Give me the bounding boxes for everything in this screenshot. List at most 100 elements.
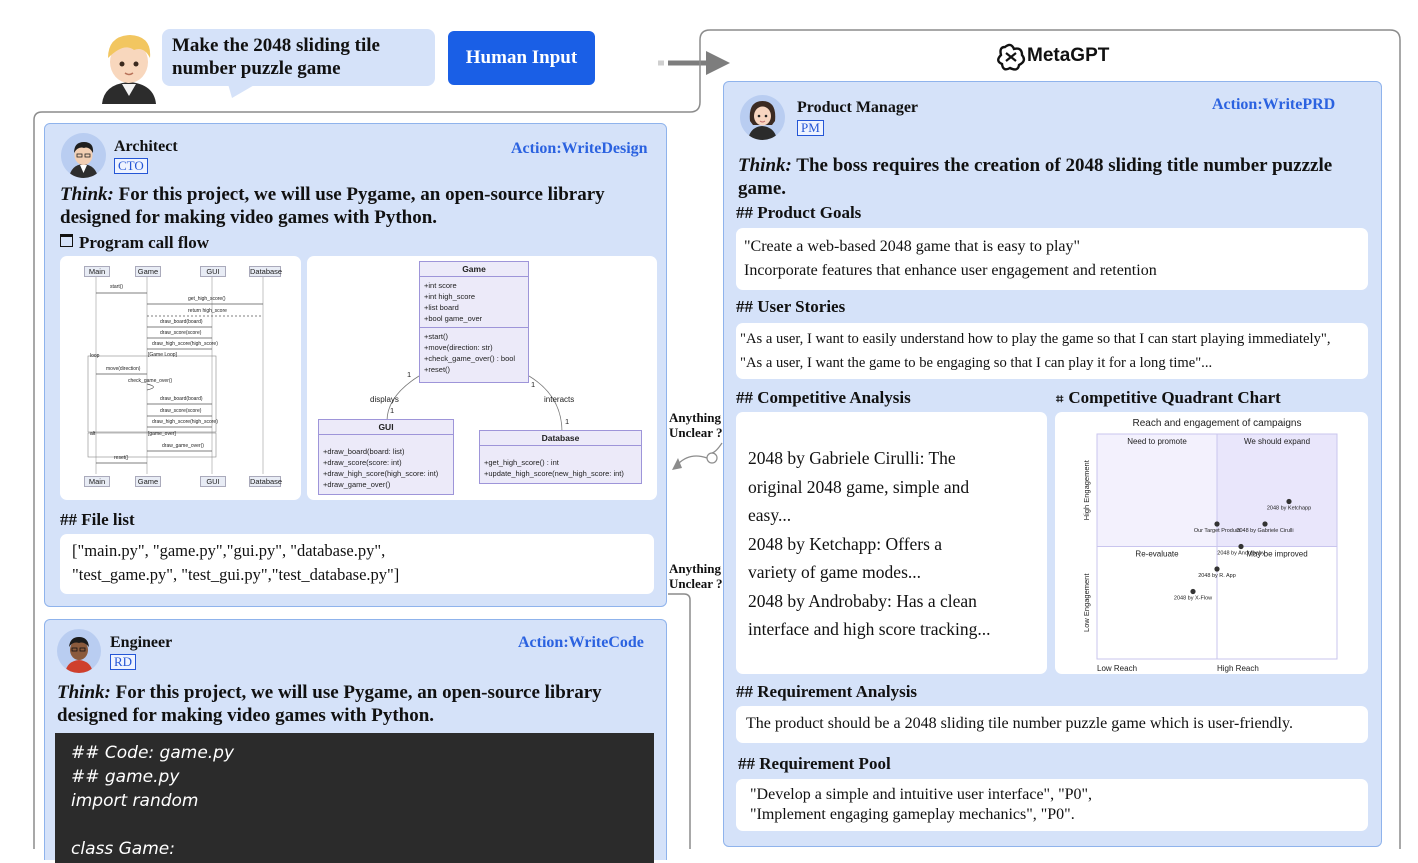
pm-quad-box: Reach and engagement of campaigns Need to… <box>1055 412 1368 674</box>
class-game-method: +check_game_over() : bool <box>424 354 516 363</box>
pm-pool-line1: "Develop a simple and intuitive user int… <box>750 786 1093 803</box>
call-flow-title: Program call flow <box>79 233 209 252</box>
class-database: Database +get_high_score() : int +update… <box>479 430 642 484</box>
chart-point <box>1214 521 1220 527</box>
multiplicity: 1 <box>565 417 570 426</box>
chart-point <box>1214 566 1220 572</box>
metagpt-logo-icon <box>997 43 1026 71</box>
architect-action: Action:WriteDesign <box>511 140 648 157</box>
pm-pool-box: "Develop a simple and intuitive user int… <box>736 779 1368 831</box>
pm-panel: Product Manager PM Action:WritePRD Think… <box>723 81 1382 847</box>
class-database-method: +update_high_score(new_high_score: int) <box>484 469 624 478</box>
file-list-box: ["main.py", "game.py","gui.py", "databas… <box>60 534 654 594</box>
clarify-label-2: Anything Unclear ? <box>669 561 723 591</box>
class-game-attr: +int high_score <box>424 292 476 301</box>
pm-think-label: Think: <box>738 155 792 176</box>
seq-frame-alt: alt <box>90 431 96 437</box>
clarify-arrow <box>672 442 723 470</box>
chart-point-label: 2048 by Androbaby <box>1217 551 1265 557</box>
pm-goals-line1: "Create a web-based 2048 game that is ea… <box>744 238 1081 255</box>
quadrant-label: Need to promote <box>1127 437 1187 446</box>
chart-point <box>1262 521 1268 527</box>
class-game-title: Game <box>420 262 528 277</box>
chart-point-label: Our Target Product <box>1194 528 1241 534</box>
window-icon <box>60 234 73 247</box>
engineer-name: Engineer <box>110 634 173 651</box>
quadrant-may-be-improved <box>1217 546 1337 659</box>
pm-comp-line: variety of game modes... <box>748 562 922 582</box>
pm-tag: PM <box>797 120 824 136</box>
seq-message: draw_high_score(high_score) <box>152 419 218 425</box>
seq-message: draw_game_over() <box>162 443 204 449</box>
pm-action: Action:WritePRD <box>1212 96 1336 113</box>
participant-database: Database <box>249 266 283 277</box>
engineer-tag: RD <box>110 654 137 670</box>
multiplicity: 1 <box>531 380 536 389</box>
class-game-attr: +bool game_over <box>424 314 483 323</box>
pm-comp-line: 2048 by Gabriele Cirulli: The <box>748 448 956 468</box>
pm-stories-line2: "As a user, I want the game to be engagi… <box>740 355 1213 371</box>
multiplicity: 1 <box>407 370 412 379</box>
quadrant-re-evaluate <box>1097 546 1217 659</box>
class-database-method: +get_high_score() : int <box>484 458 559 467</box>
class-gui: GUI +draw_board(board: list) +draw_score… <box>318 419 454 495</box>
pm-comp-line: 2048 by Ketchapp: Offers a <box>748 533 943 554</box>
file-list-title: ## File list <box>60 510 135 529</box>
architect-think-line2: designed for making video games with Pyt… <box>60 207 438 228</box>
chart-icon: ⌗ <box>1056 392 1064 407</box>
clarify-line2: Unclear ? <box>669 425 723 440</box>
engineer-think-line2: designed for making video games with Pyt… <box>57 705 435 726</box>
seq-frame-loop: loop <box>90 353 100 359</box>
engineer-think-line1: Think: For this project, we will use Pyg… <box>57 681 602 704</box>
y-axis-label-low: Low Engagement <box>1082 573 1091 632</box>
quadrant-label: Re-evaluate <box>1135 550 1179 559</box>
file-list-line2: "test_game.py", "test_gui.py","test_data… <box>72 565 400 584</box>
class-diagram: Game +int score +int high_score +list bo… <box>307 256 657 500</box>
class-database-title: Database <box>480 431 641 446</box>
pm-think-text1: The boss requires the creation of 2048 s… <box>796 155 1333 176</box>
chart-point <box>1190 588 1196 595</box>
participant-gui: GUI <box>200 266 226 277</box>
pm-comp-line: 2048 by Androbaby: Has a clean <box>748 590 977 611</box>
pm-goals-title: ## Product Goals <box>736 203 862 222</box>
pm-think-line2: game. <box>738 178 787 199</box>
class-gui-method: +draw_high_score(high_score: int) <box>323 469 439 478</box>
pm-pool-line2: "Implement engaging gameplay mechanics",… <box>750 806 1075 823</box>
seq-message: check_game_over() <box>128 378 173 384</box>
architect-think-text1: For this project, we will use Pygame, an… <box>118 184 605 205</box>
pm-goals-box: "Create a web-based 2048 game that is ea… <box>736 228 1368 290</box>
class-game-method: +reset() <box>424 365 451 374</box>
pm-comp-title: ## Competitive Analysis <box>736 388 911 407</box>
pm-comp-box: 2048 by Gabriele Cirulli: The original 2… <box>736 412 1047 674</box>
engineer-panel: Engineer RD Action:WriteCode Think: For … <box>44 619 667 863</box>
engineer-avatar <box>57 629 101 673</box>
y-axis-label-high: High Engagement <box>1082 459 1091 520</box>
pm-avatar <box>740 95 785 140</box>
seq-message: draw_score(score) <box>160 330 202 336</box>
pm-pool-title: ## Requirement Pool <box>738 754 891 773</box>
class-gui-method: +draw_board(board: list) <box>323 447 405 456</box>
pm-stories-box: "As a user, I want to easily understand … <box>736 323 1368 379</box>
code-line: ## Code: game.py <box>71 743 235 763</box>
class-game-attr: +list board <box>424 303 459 312</box>
participant-main-bottom: Main <box>84 476 110 487</box>
pm-comp-line: easy... <box>748 505 792 525</box>
quadrant-chart: Reach and engagement of campaigns Need to… <box>1082 418 1338 673</box>
file-list-line1: ["main.py", "game.py","gui.py", "databas… <box>72 541 386 560</box>
pm-quad-heading: ⌗ Competitive Quadrant Chart <box>1056 388 1281 408</box>
seq-message: reset() <box>114 455 129 461</box>
pm-name: Product Manager <box>797 99 919 116</box>
chart-point-label: 2048 by Ketchapp <box>1267 506 1311 512</box>
pm-stories-title: ## User Stories <box>736 297 846 316</box>
engineer-think-text1: For this project, we will use Pygame, an… <box>115 682 602 703</box>
architect-think-line1: Think: For this project, we will use Pyg… <box>60 183 605 206</box>
chart-point-label: 2048 by R. App <box>1198 573 1236 579</box>
code-line: ## game.py <box>71 767 180 787</box>
rel-displays: displays <box>370 395 399 404</box>
pm-think-line1: Think: The boss requires the creation of… <box>738 154 1332 177</box>
class-gui-method: +draw_game_over() <box>323 480 391 489</box>
seq-message: get_high_score() <box>188 296 226 302</box>
participant-gui-bottom: GUI <box>200 476 226 487</box>
call-flow-heading: Program call flow <box>60 233 209 253</box>
participant-main: Main <box>84 266 110 277</box>
